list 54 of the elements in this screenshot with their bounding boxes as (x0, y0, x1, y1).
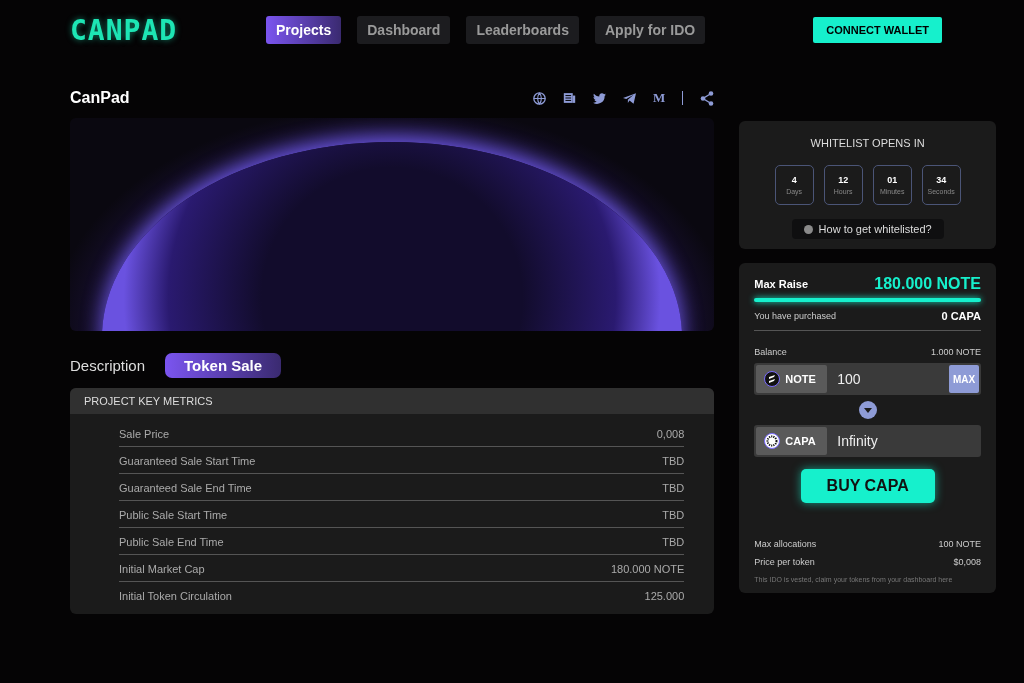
metric-value: TBD (662, 482, 685, 494)
metric-label: Initial Token Circulation (119, 590, 232, 602)
metric-value: TBD (662, 509, 685, 521)
chevron-down-icon[interactable] (858, 401, 877, 419)
buy-button[interactable]: BUY CAPA (800, 469, 935, 503)
metrics-header: PROJECT KEY METRICS (70, 388, 715, 414)
max-raise-label: Max Raise (754, 278, 809, 290)
metric-value: TBD (662, 536, 685, 548)
metric-label: Sale Price (119, 428, 170, 440)
share-icon[interactable] (700, 90, 715, 106)
globe-icon[interactable] (533, 91, 546, 105)
detail-value: 100 NOTE (938, 539, 981, 549)
metric-value: 180.000 NOTE (610, 563, 685, 575)
amount-input-field[interactable]: NOTE 100 MAX (754, 363, 981, 395)
document-icon[interactable] (563, 92, 576, 104)
nav-tab[interactable]: Apply for IDO (594, 16, 706, 44)
detail-label: Max allocations (754, 539, 817, 549)
token-selector[interactable]: NOTE (756, 365, 828, 393)
metric-label: Guaranteed Sale End Time (119, 482, 252, 494)
paper-plane-icon[interactable] (623, 92, 636, 104)
token-logo-icon (764, 433, 781, 449)
nav-tab[interactable]: Leaderboards (466, 16, 579, 44)
token-logo-icon (764, 371, 781, 387)
countdown-value: 34 (936, 175, 947, 185)
metric-value: 0,008 (656, 428, 685, 440)
balance-value: 1.000 NOTE (930, 347, 981, 357)
metric-label: Guaranteed Sale Start Time (119, 455, 256, 467)
metric-label: Public Sale End Time (119, 536, 224, 548)
nav-tab[interactable]: Dashboard (357, 16, 451, 44)
nav-tab[interactable]: Projects (266, 16, 342, 44)
metric-label: Initial Market Cap (119, 563, 205, 575)
token-selector[interactable]: CAPA (756, 427, 828, 455)
metric-label: Public Sale Start Time (119, 509, 228, 521)
medium-link[interactable]: M (653, 90, 666, 106)
purchased-value: 0 CAPA (941, 310, 981, 322)
section-tab[interactable]: Token Sale (165, 353, 282, 378)
countdown-value: 12 (838, 175, 849, 185)
detail-label: Price per token (754, 557, 815, 567)
countdown-title: WHITELIST OPENS IN (810, 137, 925, 149)
purchased-label: You have purchased (754, 311, 836, 321)
receive-output-field: CAPA Infinity (754, 425, 981, 457)
balance-label: Balance (754, 347, 787, 357)
countdown-value: 4 (791, 175, 797, 185)
max-raise-value: 180.000 NOTE (874, 275, 981, 293)
connect-wallet-button[interactable]: CONNECT WALLET (813, 17, 942, 43)
project-title: CanPad (70, 89, 130, 107)
detail-value: $0,008 (953, 557, 981, 567)
logo[interactable]: CANPAD (70, 13, 266, 47)
metric-value: TBD (662, 455, 685, 467)
section-tab[interactable]: Description (70, 353, 146, 378)
bird-icon[interactable] (593, 92, 606, 104)
metric-value: 125.000 (644, 590, 685, 602)
whitelist-help-button[interactable]: How to get whitelisted? (791, 219, 944, 239)
countdown-value: 01 (887, 175, 898, 185)
